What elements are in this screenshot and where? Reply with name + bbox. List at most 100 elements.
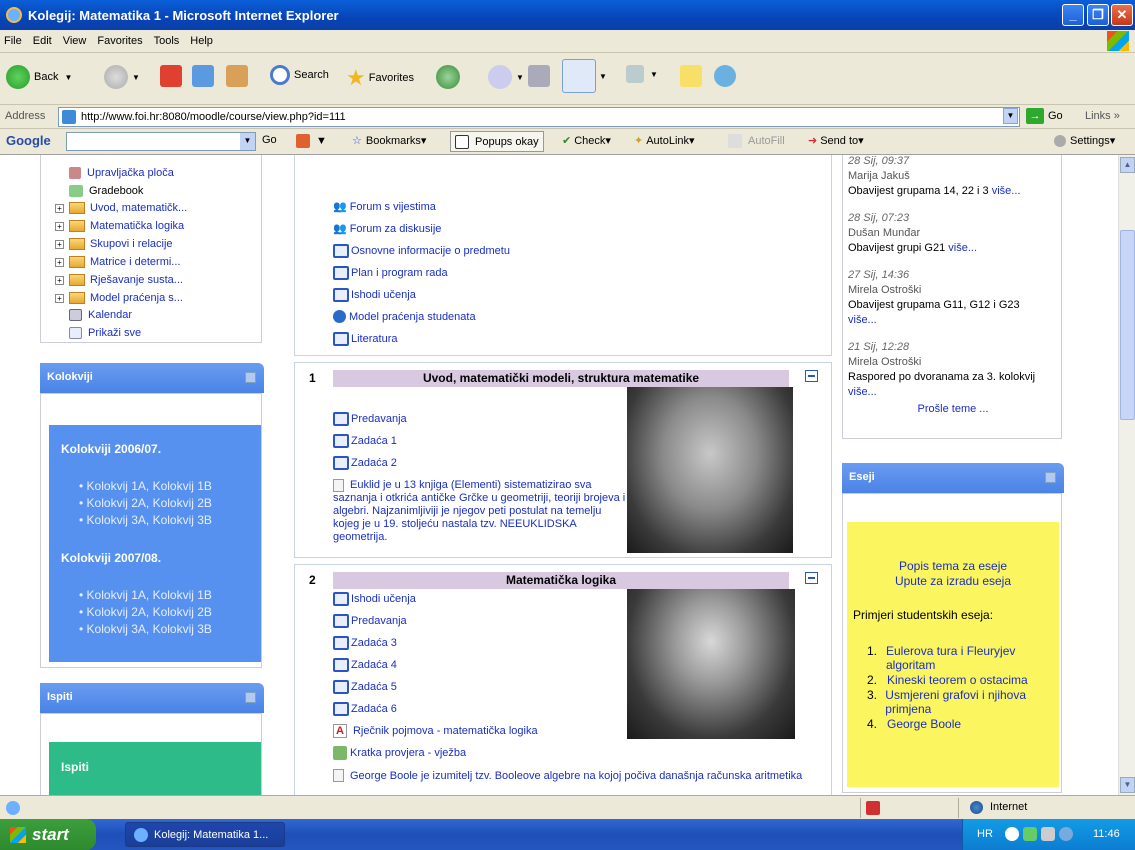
vertical-scrollbar[interactable]: ▲ ▼ xyxy=(1118,155,1135,795)
favorites-button[interactable]: ★ Favorites xyxy=(346,65,414,91)
resource-link[interactable]: Ishodi učenja xyxy=(333,286,416,303)
resource-link[interactable]: Predavanja xyxy=(333,612,407,629)
maximize-button[interactable]: ❐ xyxy=(1087,4,1109,26)
home-button[interactable] xyxy=(226,65,248,87)
boole-note-link[interactable]: George Boole je izumitelj tzv. Booleove … xyxy=(333,769,813,784)
kolokvij-link[interactable]: • Kolokvij 1A, Kolokvij 1B xyxy=(79,478,212,495)
notes-button[interactable] xyxy=(680,65,702,87)
kolokvij-link[interactable]: • Kolokvij 2A, Kolokvij 2B xyxy=(79,604,212,621)
forward-button[interactable]: ▼ xyxy=(104,65,140,89)
search-button[interactable]: Search xyxy=(270,65,329,85)
popups-button[interactable]: Popups okay xyxy=(450,131,544,152)
language-indicator[interactable]: HR xyxy=(977,828,993,840)
more-link[interactable]: više... xyxy=(848,386,877,398)
bookmarks-button[interactable]: ☆ Bookmarks ▾ xyxy=(352,134,426,148)
history-button[interactable] xyxy=(436,65,464,89)
resource-link[interactable]: Model praćenja studenata xyxy=(333,308,476,325)
taskbar-item-ie[interactable]: Kolegij: Matematika 1... xyxy=(125,822,285,847)
autofill-button[interactable]: AutoFill xyxy=(728,134,785,148)
tree-item-section-6[interactable]: + Model praćenja s... xyxy=(55,290,183,306)
resource-link[interactable]: Zadaća 5 xyxy=(333,678,397,695)
resource-link[interactable]: Zadaća 6 xyxy=(333,700,397,717)
go-button[interactable]: → Go xyxy=(1026,108,1063,124)
print-button[interactable] xyxy=(528,65,550,87)
tree-item-gradebook[interactable]: Gradebook xyxy=(69,183,143,199)
kolokvij-link[interactable]: • Kolokvij 2A, Kolokvij 2B xyxy=(79,495,212,512)
mail-button[interactable]: ▼ xyxy=(488,65,524,89)
resource-link[interactable]: Predavanja xyxy=(333,410,407,427)
older-topics-link[interactable]: Prošle teme ... xyxy=(848,402,1058,417)
essay-link[interactable]: 1. Eulerova tura i Fleuryjev algoritam xyxy=(867,644,1059,672)
expand-icon[interactable]: + xyxy=(55,203,64,213)
tray-icon[interactable] xyxy=(1023,827,1037,841)
resource-link[interactable]: Zadaća 2 xyxy=(333,454,397,471)
essay-link[interactable]: 2. Kineski teorem o ostacima xyxy=(867,673,1059,687)
menu-edit[interactable]: Edit xyxy=(33,35,52,47)
close-button[interactable]: ✕ xyxy=(1111,4,1133,26)
more-link[interactable]: više... xyxy=(992,185,1021,197)
speaker-icon[interactable] xyxy=(1041,827,1055,841)
forum-news-link[interactable]: 👥 Forum s vijestima xyxy=(333,198,436,215)
glossary-link[interactable]: A Rječnik pojmova - matematička logika xyxy=(333,722,538,739)
minimize-button[interactable]: _ xyxy=(1062,4,1084,26)
kolokvij-link[interactable]: • Kolokvij 3A, Kolokvij 3B xyxy=(79,621,212,638)
forum-discussion-link[interactable]: 👥 Forum za diskusije xyxy=(333,220,441,237)
expand-icon[interactable]: + xyxy=(55,221,64,231)
collapse-section-icon[interactable] xyxy=(805,370,818,382)
sendto-button[interactable]: ➜ Send to ▾ xyxy=(808,134,864,148)
more-link[interactable]: više... xyxy=(948,242,977,254)
stop-button[interactable] xyxy=(160,65,182,87)
essay-link[interactable]: 3. Usmjereni grafovi i njihova primjena xyxy=(867,688,1059,716)
resource-link[interactable]: Osnovne informacije o predmetu xyxy=(333,242,510,259)
tree-item-show-all[interactable]: Prikaži sve xyxy=(69,325,141,341)
google-logo[interactable]: Google xyxy=(6,133,51,148)
tree-item-section-1[interactable]: + Uvod, matematičk... xyxy=(55,200,187,216)
resource-link[interactable]: Zadaća 1 xyxy=(333,432,397,449)
scroll-thumb[interactable] xyxy=(1120,230,1135,420)
tree-item-dashboard[interactable]: Upravljačka ploča xyxy=(69,165,174,181)
essay-link[interactable]: 4. George Boole xyxy=(867,717,1059,731)
menu-view[interactable]: View xyxy=(63,35,87,47)
address-dropdown-button[interactable]: ▼ xyxy=(1003,108,1018,124)
popup-blocked-icon[interactable] xyxy=(866,801,880,815)
messenger-button[interactable] xyxy=(714,65,736,87)
collapse-block-icon[interactable] xyxy=(245,692,256,703)
resource-link[interactable]: Literatura xyxy=(333,330,397,347)
tree-item-section-3[interactable]: + Skupovi i relacije xyxy=(55,236,173,252)
tree-item-section-2[interactable]: + Matematička logika xyxy=(55,218,184,234)
menu-help[interactable]: Help xyxy=(190,35,213,47)
expand-icon[interactable]: + xyxy=(55,275,64,285)
autolink-button[interactable]: ✦ AutoLink ▾ xyxy=(634,134,695,148)
kolokvij-link[interactable]: • Kolokvij 1A, Kolokvij 1B xyxy=(79,587,212,604)
resource-link[interactable]: Ishodi učenja xyxy=(333,590,416,607)
essay-instructions-link[interactable]: Upute za izradu eseja xyxy=(847,574,1059,588)
more-link[interactable]: više... xyxy=(848,314,877,326)
back-button[interactable]: Back ▼ xyxy=(6,65,72,89)
resource-link[interactable]: Zadaća 4 xyxy=(333,656,397,673)
kolokvij-link[interactable]: • Kolokvij 3A, Kolokvij 3B xyxy=(79,512,212,529)
research-button[interactable]: ▼ xyxy=(562,59,607,93)
resource-link[interactable]: Plan i program rada xyxy=(333,264,448,281)
chevron-down-icon[interactable]: ▼ xyxy=(240,133,255,150)
scroll-up-icon[interactable]: ▲ xyxy=(1120,157,1135,173)
collapse-block-icon[interactable] xyxy=(1045,472,1056,483)
google-go-button[interactable]: Go xyxy=(262,134,277,146)
tree-item-calendar[interactable]: Kalendar xyxy=(69,307,132,323)
quiz-link[interactable]: Kratka provjera - vježba xyxy=(333,744,466,761)
links-button[interactable]: Links » xyxy=(1085,110,1120,122)
settings-button[interactable]: Settings ▾ xyxy=(1054,134,1115,147)
google-pagerank-button[interactable]: ▼ xyxy=(296,134,327,148)
tree-item-section-4[interactable]: + Matrice i determi... xyxy=(55,254,180,270)
menu-file[interactable]: File xyxy=(4,35,22,47)
menu-tools[interactable]: Tools xyxy=(154,35,180,47)
essay-topics-link[interactable]: Popis tema za eseje xyxy=(847,559,1059,573)
expand-icon[interactable]: + xyxy=(55,239,64,249)
expand-icon[interactable]: + xyxy=(55,293,64,303)
google-search-input[interactable]: ▼ xyxy=(66,132,256,151)
edit-button[interactable]: ▼ xyxy=(626,65,658,83)
spellcheck-button[interactable]: ✔ Check ▾ xyxy=(562,134,611,148)
refresh-button[interactable] xyxy=(192,65,214,87)
collapse-block-icon[interactable] xyxy=(245,372,256,383)
menu-favorites[interactable]: Favorites xyxy=(97,35,142,47)
title-bar[interactable]: Kolegij: Matematika 1 - Microsoft Intern… xyxy=(0,0,1135,30)
